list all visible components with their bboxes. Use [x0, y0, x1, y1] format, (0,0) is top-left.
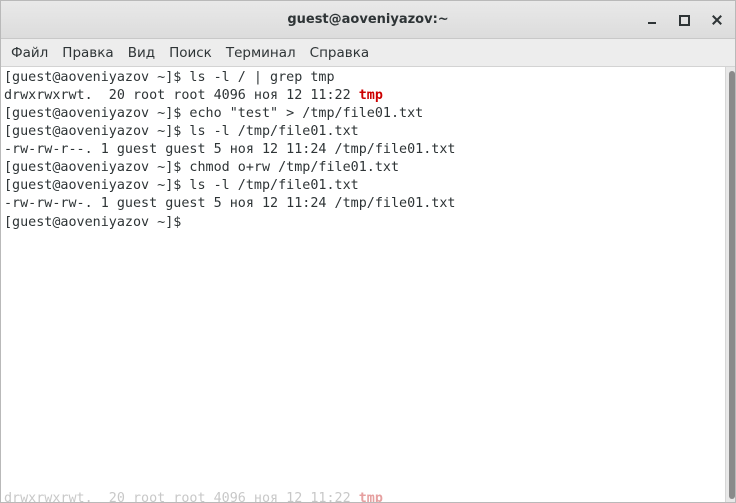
menu-file[interactable]: Файл	[4, 39, 55, 67]
menu-terminal[interactable]: Терминал	[219, 39, 303, 67]
menu-search[interactable]: Поиск	[162, 39, 219, 67]
terminal-line: -rw-rw-rw-. 1 guest guest 5 ноя 12 11:24…	[4, 196, 456, 211]
menu-view[interactable]: Вид	[121, 39, 162, 67]
scrollbar-thumb[interactable]	[729, 71, 735, 499]
close-icon	[712, 15, 722, 25]
title-bar[interactable]: guest@aoveniyazov:~	[1, 1, 735, 39]
window-title: guest@aoveniyazov:~	[287, 12, 449, 27]
terminal-line: [guest@aoveniyazov ~]$ chmod o+rw /tmp/f…	[4, 160, 400, 175]
minimize-icon	[648, 22, 656, 24]
terminal-output[interactable]: [guest@aoveniyazov ~]$ ls -l / | grep tm…	[1, 67, 725, 502]
terminal-line: [guest@aoveniyazov ~]$ echo "test" > /tm…	[4, 106, 424, 121]
menu-help[interactable]: Справка	[303, 39, 376, 67]
minimize-button[interactable]	[642, 10, 662, 30]
terminal-line: [guest@aoveniyazov ~]$ ls -l /tmp/file01…	[4, 124, 359, 139]
terminal-line: [guest@aoveniyazov ~]$ ls -l / | grep tm…	[4, 70, 335, 85]
menu-bar: Файл Правка Вид Поиск Терминал Справка	[1, 39, 735, 67]
terminal-prompt: [guest@aoveniyazov ~]$	[4, 213, 189, 231]
maximize-button[interactable]	[674, 10, 694, 30]
highlighted-dir-name: tmp	[358, 88, 383, 103]
ghost-line: drwxrwxrwt. 20 root root 4096 ноя 12 11:…	[4, 490, 383, 503]
terminal-line: drwxrwxrwt. 20 root root 4096 ноя 12 11:…	[4, 88, 383, 103]
menu-edit[interactable]: Правка	[55, 39, 120, 67]
ghost-highlight: tmp	[358, 491, 383, 503]
terminal-window: guest@aoveniyazov:~ Файл Правка Вид Поис…	[0, 0, 736, 503]
terminal-line: [guest@aoveniyazov ~]$ ls -l /tmp/file01…	[4, 178, 359, 193]
vertical-scrollbar[interactable]	[725, 67, 735, 502]
close-button[interactable]	[707, 10, 727, 30]
text-cursor	[181, 213, 189, 228]
maximize-icon	[678, 14, 690, 26]
terminal-line: -rw-rw-r--. 1 guest guest 5 ноя 12 11:24…	[4, 142, 456, 157]
